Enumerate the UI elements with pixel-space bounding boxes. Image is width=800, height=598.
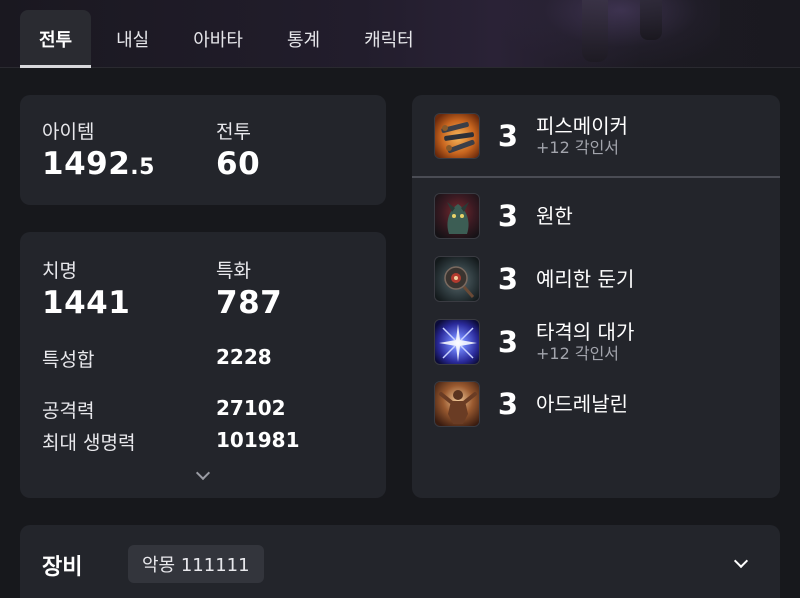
tab-avatar[interactable]: 아바타: [174, 10, 262, 68]
engraving-level: 3: [497, 387, 519, 421]
engraving-book-bonus: +12 각인서: [536, 344, 620, 363]
equipment-title: 장비: [42, 555, 83, 580]
engraving-row-keen-blunt-weapon[interactable]: 3 예리한 둔기: [434, 255, 634, 303]
engraving-name: 예리한 둔기: [536, 267, 635, 291]
keen-blunt-weapon-icon: [434, 256, 480, 302]
character-profile-page: 전투 내실 아바타 통계 캐릭터 아이템 1492.5 전투 60 치명 144…: [0, 0, 800, 598]
engraving-row-grudge[interactable]: 3 원한: [434, 192, 573, 240]
header: 전투 내실 아바타 통계 캐릭터: [0, 0, 800, 68]
equipment-set-badge: 악몽 111111: [128, 545, 264, 583]
engraving-row-adrenaline[interactable]: 3 아드레날린: [434, 380, 628, 428]
chevron-down-icon[interactable]: [733, 553, 749, 569]
engraving-name: 아드레날린: [536, 392, 628, 416]
chevron-down-icon[interactable]: [195, 465, 211, 481]
tab-characters[interactable]: 캐릭터: [345, 10, 433, 68]
max-hp-label: 최대 생명력: [42, 432, 136, 454]
combat-level-label: 전투: [216, 121, 251, 143]
engraving-name: 타격의 대가: [536, 320, 635, 344]
engraving-level: 3: [497, 325, 519, 359]
engraving-level: 3: [497, 262, 519, 296]
engraving-level: 3: [497, 119, 519, 153]
summary-card: 아이템 1492.5 전투 60: [20, 95, 386, 205]
tab-stronghold[interactable]: 내실: [97, 10, 168, 68]
grudge-icon: [434, 193, 480, 239]
stats-card: 치명 1441 특화 787 특성합 2228 공격력 27102 최대 생명력…: [20, 232, 386, 498]
attack-power-label: 공격력: [42, 400, 95, 422]
tab-combat[interactable]: 전투: [20, 10, 92, 68]
item-level-value: 1492.5: [42, 146, 155, 182]
engraving-row-peacemaker[interactable]: 3 피스메이커 +12 각인서: [434, 112, 628, 160]
engraving-name: 피스메이커: [536, 114, 628, 138]
equipment-card[interactable]: 장비 악몽 111111: [20, 525, 780, 598]
divider: [412, 176, 780, 178]
engraving-name: 원한: [536, 204, 573, 228]
spec-value: 787: [216, 285, 283, 321]
crit-stat: 치명 1441: [42, 256, 130, 321]
spec-stat: 특화 787: [216, 256, 282, 321]
tab-statistics[interactable]: 통계: [268, 10, 339, 68]
spec-label: 특화: [216, 260, 251, 282]
character-artwork: [500, 0, 720, 68]
engraving-row-hit-master[interactable]: 3 타격의 대가 +12 각인서: [434, 318, 634, 366]
tab-bar: 전투 내실 아바타 통계 캐릭터: [20, 10, 439, 68]
crit-value: 1441: [42, 285, 131, 321]
crit-label: 치명: [42, 260, 77, 282]
combat-level-stat: 전투 60: [216, 117, 260, 182]
attack-power-value: 27102: [216, 396, 286, 420]
total-stat-label: 특성합: [42, 349, 95, 371]
engraving-level: 3: [497, 199, 519, 233]
item-level-stat: 아이템 1492.5: [42, 117, 155, 182]
engravings-card: 3 피스메이커 +12 각인서 3 원한 3 예리한 둔기 3 타격의 대가 +…: [412, 95, 780, 498]
adrenaline-icon: [434, 381, 480, 427]
hit-master-icon: [434, 319, 480, 365]
engraving-book-bonus: +12 각인서: [536, 138, 620, 157]
total-stat-value: 2228: [216, 345, 272, 369]
combat-level-value: 60: [216, 146, 261, 182]
peacemaker-icon: [434, 113, 480, 159]
max-hp-value: 101981: [216, 428, 300, 452]
item-level-label: 아이템: [42, 121, 95, 143]
